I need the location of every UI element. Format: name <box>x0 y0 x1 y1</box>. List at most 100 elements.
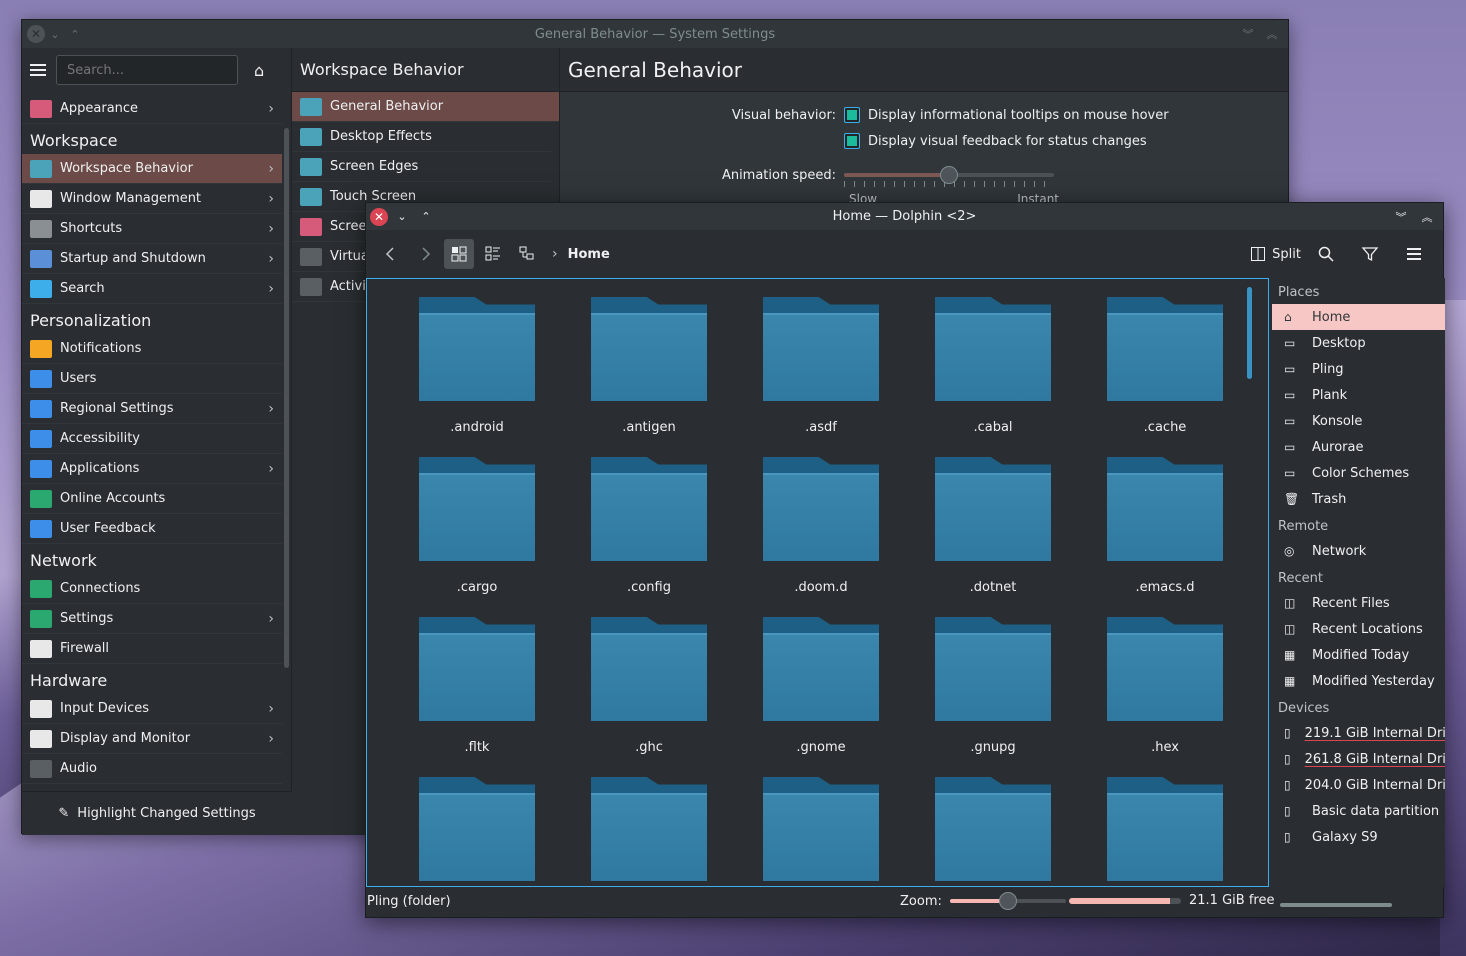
home-icon[interactable]: ⌂ <box>254 61 272 80</box>
places-item-204-0-gib-internal-driv[interactable]: ▯ 204.0 GiB Internal Driv <box>1272 772 1445 798</box>
sidebar-item-users[interactable]: Users <box>22 364 282 394</box>
places-item-konsole[interactable]: ▭ Konsole <box>1272 408 1445 434</box>
folder-item[interactable] <box>1079 777 1251 886</box>
sidebar-item-accessibility[interactable]: Accessibility <box>22 424 282 454</box>
sidebar-item-search[interactable]: Search › <box>22 274 282 304</box>
places-item-color-schemes[interactable]: ▭ Color Schemes <box>1272 460 1445 486</box>
folder-item[interactable]: .ghc <box>563 617 735 755</box>
sidebar-item-settings[interactable]: Settings › <box>22 604 282 634</box>
folder-item[interactable] <box>563 777 735 886</box>
settings-keep-above-button[interactable]: ︽ <box>1262 24 1282 44</box>
chevron-right-icon: › <box>268 700 274 717</box>
places-item-modified-yesterday[interactable]: ▦ Modified Yesterday <box>1272 668 1445 694</box>
folder-item[interactable]: .hex <box>1079 617 1251 755</box>
compact-view-button[interactable] <box>478 239 508 269</box>
sidebar-item-shortcuts[interactable]: Shortcuts › <box>22 214 282 244</box>
places-item-219-1-gib-internal-driv[interactable]: ▯ 219.1 GiB Internal Driv <box>1272 720 1445 746</box>
folder-icon <box>1107 457 1223 561</box>
file-view-scrollbar[interactable] <box>1247 287 1252 379</box>
sidebar-item-connections[interactable]: Connections <box>22 574 282 604</box>
feedback-option-label: Display visual feedback for status chang… <box>868 133 1147 149</box>
folder-item[interactable]: .cabal <box>907 297 1079 435</box>
folder-item[interactable] <box>391 777 563 886</box>
drive-icon: ▯ <box>1284 778 1291 792</box>
zoom-slider-handle[interactable] <box>998 892 1017 910</box>
sidebar-item-regional-settings[interactable]: Regional Settings › <box>22 394 282 424</box>
details-view-button[interactable] <box>512 239 542 269</box>
places-item-recent-files[interactable]: ◫ Recent Files <box>1272 590 1445 616</box>
sidebar-scrollbar[interactable] <box>284 128 289 668</box>
folder-item[interactable]: .antigen <box>563 297 735 435</box>
settings-shade-button[interactable]: ︾ <box>1238 24 1258 44</box>
places-item-basic-data-partition[interactable]: ▯ Basic data partition <box>1272 798 1445 824</box>
zoom-slider[interactable] <box>949 892 1066 910</box>
main-menu-button[interactable] <box>1399 239 1429 269</box>
tooltip-checkbox[interactable] <box>844 107 860 123</box>
animation-speed-slider[interactable] <box>844 165 1054 187</box>
places-item-modified-today[interactable]: ▦ Modified Today <box>1272 642 1445 668</box>
forward-button[interactable] <box>410 239 440 269</box>
sidebar-item-online-accounts[interactable]: Online Accounts <box>22 484 282 514</box>
folder-item[interactable] <box>907 777 1079 886</box>
sidebar-item-workspace-behavior[interactable]: Workspace Behavior › <box>22 154 282 184</box>
places-item-plank[interactable]: ▭ Plank <box>1272 382 1445 408</box>
sidebar-item-window-management[interactable]: Window Management › <box>22 184 282 214</box>
places-item-label: Plank <box>1312 387 1348 403</box>
folder-item[interactable]: .gnupg <box>907 617 1079 755</box>
status-text: Pling (folder) <box>367 893 451 909</box>
dolphin-keep-above-button[interactable]: ︽ <box>1417 207 1437 227</box>
sidebar-item-display-and-monitor[interactable]: Display and Monitor › <box>22 724 282 754</box>
animation-slider-handle[interactable] <box>940 166 958 184</box>
sidebar-item-notifications[interactable]: Notifications <box>22 334 282 364</box>
folder-item[interactable]: .emacs.d <box>1079 457 1251 595</box>
places-item-label: Recent Files <box>1312 595 1390 611</box>
sidebar-item-user-feedback[interactable]: User Feedback <box>22 514 282 544</box>
sidebar-item-firewall[interactable]: Firewall <box>22 634 282 664</box>
workspace-item-general-behavior[interactable]: General Behavior <box>292 92 559 122</box>
dolphin-shade-button[interactable]: ︾ <box>1391 207 1411 227</box>
settings-search-input[interactable] <box>56 55 238 85</box>
module-icon <box>300 247 322 266</box>
sidebar-item-label: Applications <box>60 461 140 476</box>
places-item-recent-locations[interactable]: ◫ Recent Locations <box>1272 616 1445 642</box>
places-item-galaxy-s9[interactable]: ▯ Galaxy S9 <box>1272 824 1445 850</box>
sidebar-item-applications[interactable]: Applications › <box>22 454 282 484</box>
places-item-network[interactable]: ◎ Network <box>1272 538 1445 564</box>
places-item-aurorae[interactable]: ▭ Aurorae <box>1272 434 1445 460</box>
hamburger-menu-icon[interactable] <box>30 64 46 76</box>
folder-item[interactable]: .config <box>563 457 735 595</box>
sidebar-item-input-devices[interactable]: Input Devices › <box>22 694 282 724</box>
file-view[interactable]: .android .antigen .asdf .cabal .cache .cargo.… <box>366 278 1269 887</box>
sidebar-item-startup-and-shutdown[interactable]: Startup and Shutdown › <box>22 244 282 274</box>
sidebar-item-audio[interactable]: Audio <box>22 754 282 784</box>
split-button[interactable]: Split <box>1250 246 1301 262</box>
search-button[interactable] <box>1311 239 1341 269</box>
places-item-home[interactable]: ⌂ Home <box>1272 304 1445 330</box>
places-item-trash[interactable]: 🗑 Trash <box>1272 486 1445 512</box>
folder-item[interactable]: .fltk <box>391 617 563 755</box>
folder-item[interactable]: .android <box>391 297 563 435</box>
places-item-desktop[interactable]: ▭ Desktop <box>1272 330 1445 356</box>
breadcrumb-home[interactable]: Home <box>568 247 610 262</box>
folder-item[interactable]: .cargo <box>391 457 563 595</box>
filter-button[interactable] <box>1355 239 1385 269</box>
folder-item[interactable]: .dotnet <box>907 457 1079 595</box>
split-label: Split <box>1272 246 1301 262</box>
sidebar-item-appearance[interactable]: Appearance › <box>22 94 282 124</box>
folder-item[interactable]: .asdf <box>735 297 907 435</box>
feedback-checkbox[interactable] <box>844 133 860 149</box>
folder-item[interactable]: .doom.d <box>735 457 907 595</box>
workspace-item-desktop-effects[interactable]: Desktop Effects <box>292 122 551 152</box>
folder-item[interactable] <box>735 777 907 886</box>
places-item-pling[interactable]: ▭ Pling <box>1272 356 1445 382</box>
workspace-item-screen-edges[interactable]: Screen Edges <box>292 152 551 182</box>
places-horizontal-scrollbar[interactable] <box>1280 903 1392 907</box>
folder-item[interactable]: .cache <box>1079 297 1251 435</box>
back-button[interactable] <box>376 239 406 269</box>
icons-view-button[interactable] <box>444 239 474 269</box>
module-icon <box>300 97 322 116</box>
highlight-changed-settings-button[interactable]: ✎ Highlight Changed Settings <box>22 791 292 835</box>
folder-item[interactable]: .gnome <box>735 617 907 755</box>
places-item-261-8-gib-internal-driv[interactable]: ▯ 261.8 GiB Internal Driv <box>1272 746 1445 772</box>
grid-view-icon <box>451 246 467 262</box>
